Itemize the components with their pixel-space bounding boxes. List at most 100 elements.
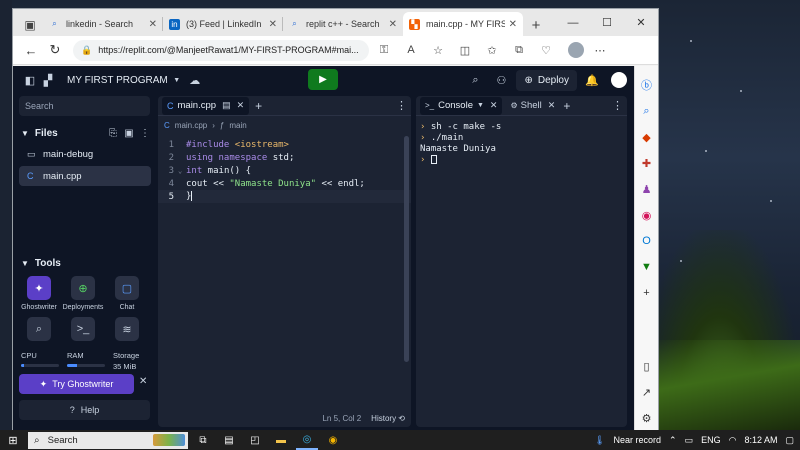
edge-icon[interactable]: ◎ xyxy=(296,430,318,450)
chrome-icon[interactable]: ◉ xyxy=(322,430,344,450)
editor-scrollbar[interactable] xyxy=(404,136,409,362)
close-window-icon[interactable]: ✕ xyxy=(624,16,658,29)
lang-indicator[interactable]: ENG xyxy=(701,435,721,445)
add-icon[interactable]: + xyxy=(639,285,655,301)
tool-ghostwriter[interactable]: ✦ Ghostwriter xyxy=(17,276,61,311)
chevron-down-icon[interactable]: ▼ xyxy=(168,71,186,89)
office-icon[interactable]: ◉ xyxy=(639,207,655,223)
file-item[interactable]: ▭ main-debug xyxy=(19,144,151,164)
explorer-icon[interactable]: ▤ xyxy=(218,430,240,450)
network-icon[interactable]: ▭ xyxy=(685,435,694,446)
bing-icon[interactable]: ⓑ xyxy=(639,77,655,93)
tool-chat[interactable]: ▢ Chat xyxy=(105,276,149,311)
folder-icon[interactable]: ▬ xyxy=(270,430,292,450)
store-icon[interactable]: ◰ xyxy=(244,430,266,450)
favorite-icon[interactable]: ☆ xyxy=(426,39,450,61)
close-icon[interactable]: ✕ xyxy=(139,376,147,387)
taskbar-search[interactable]: ⌕ Search xyxy=(28,431,188,449)
sidebar-search[interactable]: Search xyxy=(19,96,150,116)
outlook-icon[interactable]: O xyxy=(639,233,655,249)
windows-start-icon[interactable]: ⊞ xyxy=(0,430,26,450)
editor-tab-main-cpp[interactable]: C main.cpp ▤ ✕ xyxy=(162,96,250,115)
more-icon[interactable]: ⋯ xyxy=(588,39,612,61)
files-header[interactable]: ▼ Files ⎘ ▣ ⋮ xyxy=(17,124,153,142)
breadcrumb-symbol[interactable]: main xyxy=(229,121,246,130)
new-folder-icon[interactable]: ▣ xyxy=(121,128,137,139)
help-button[interactable]: ? Help xyxy=(19,400,150,420)
resource-stats[interactable]: CPU RAM Storage 35 MiB xyxy=(21,351,151,371)
more-icon[interactable]: ⋮ xyxy=(137,128,153,139)
wifi-icon[interactable]: ◠ xyxy=(729,435,737,446)
browser-tab[interactable]: in (3) Feed | LinkedIn ✕ xyxy=(163,12,283,36)
tool-search[interactable]: ⌕ xyxy=(17,317,61,341)
browser-tab[interactable]: ⌕ linkedin - Search ✕ xyxy=(43,12,163,36)
run-button[interactable]: ▶ xyxy=(308,69,338,90)
back-icon[interactable]: ← xyxy=(19,39,43,61)
close-icon[interactable]: ✕ xyxy=(237,100,245,111)
try-ghostwriter-button[interactable]: ✦ Try Ghostwriter xyxy=(19,374,134,394)
refresh-icon[interactable]: ↻ xyxy=(43,39,67,61)
profile-avatar[interactable] xyxy=(561,39,585,61)
history-button[interactable]: History ⟲ xyxy=(371,414,405,423)
weather-icon[interactable]: 🌡 xyxy=(594,435,605,446)
console-output[interactable]: › sh -c make -s › ./main Namaste Duniya … xyxy=(416,116,627,172)
project-name[interactable]: MY FIRST PROGRAM xyxy=(67,75,168,86)
close-icon[interactable]: ✕ xyxy=(149,19,157,30)
search-icon[interactable]: ⌕ xyxy=(464,69,486,91)
read-aloud-icon[interactable]: A xyxy=(399,39,423,61)
tab-shell[interactable]: ⚙ Shell ✕ xyxy=(510,100,555,111)
sidebar-toggle-icon[interactable]: ◧ xyxy=(21,71,39,89)
notification-icon[interactable]: ▢ xyxy=(785,435,794,446)
tool-shell[interactable]: >_ xyxy=(61,317,105,341)
collections-icon[interactable]: ⧉ xyxy=(507,39,531,61)
close-icon[interactable]: ✕ xyxy=(490,100,498,111)
key-icon[interactable]: ⚿ xyxy=(372,39,396,61)
invite-user-icon[interactable]: ⚇ xyxy=(490,69,512,91)
close-icon[interactable]: ✕ xyxy=(269,19,277,30)
split-screen-icon[interactable]: ◫ xyxy=(453,39,477,61)
browser-tab[interactable]: ⌕ replit c++ - Search ✕ xyxy=(283,12,403,36)
add-tab-icon[interactable]: + xyxy=(563,99,570,113)
weather-text[interactable]: Near record xyxy=(613,435,661,445)
tab-console[interactable]: >_ Console ▼ ✕ xyxy=(420,96,503,115)
chevron-down-icon[interactable]: ▼ xyxy=(477,102,484,109)
maximize-icon[interactable]: ☐ xyxy=(590,16,624,29)
task-view-icon[interactable]: ⧉ xyxy=(192,430,214,450)
breadcrumb-file[interactable]: main.cpp xyxy=(175,121,207,130)
chevron-up-icon[interactable]: ⌃ xyxy=(669,435,677,446)
file-item-selected[interactable]: C main.cpp xyxy=(19,166,151,186)
tool-database[interactable]: ≋ xyxy=(105,317,149,341)
bell-icon[interactable]: 🔔 xyxy=(581,69,603,91)
outline-icon[interactable]: ▤ xyxy=(222,100,231,111)
sidebar-layout-icon[interactable]: ▯ xyxy=(639,358,655,374)
fold-chevron-icon[interactable]: ⌄ xyxy=(178,167,186,175)
minimize-icon[interactable]: — xyxy=(556,17,590,29)
new-file-icon[interactable]: ⎘ xyxy=(105,128,121,139)
replit-logo-icon[interactable]: ▞ xyxy=(39,71,57,89)
tool-deployments[interactable]: ⊕ Deployments xyxy=(61,276,105,311)
close-icon[interactable]: ✕ xyxy=(509,19,517,30)
close-icon[interactable]: ✕ xyxy=(548,100,556,111)
shopping-icon[interactable]: ◆ xyxy=(639,129,655,145)
tools-icon[interactable]: ✚ xyxy=(639,155,655,171)
code-area[interactable]: 1 #include <iostream> 2 using namespace … xyxy=(158,134,411,203)
tab-actions-icon[interactable]: ▣ xyxy=(17,14,43,36)
clock[interactable]: 8:12 AM xyxy=(744,435,777,445)
external-link-icon[interactable]: ↗ xyxy=(639,384,655,400)
close-icon[interactable]: ✕ xyxy=(389,19,397,30)
settings-gear-icon[interactable]: ⚙ xyxy=(639,410,655,426)
more-icon[interactable]: ⋮ xyxy=(396,99,407,112)
games-icon[interactable]: ♟ xyxy=(639,181,655,197)
more-icon[interactable]: ⋮ xyxy=(612,99,623,112)
favorites-icon[interactable]: ✩ xyxy=(480,39,504,61)
search-icon[interactable]: ⌕ xyxy=(639,103,655,119)
deploy-button[interactable]: ⊕ Deploy xyxy=(516,69,577,91)
url-bar[interactable]: 🔒 https://replit.com/@ManjeetRawat1/MY-F… xyxy=(73,39,369,61)
browser-tab-active[interactable]: ▚ main.cpp - MY FIRST PROGR ✕ xyxy=(403,12,523,36)
user-avatar[interactable] xyxy=(611,72,627,88)
browser-essentials-icon[interactable]: ♡ xyxy=(534,39,558,61)
tools-header[interactable]: ▼ Tools xyxy=(17,254,153,272)
add-tab-icon[interactable]: + xyxy=(255,99,262,113)
new-tab-button[interactable]: + xyxy=(523,14,549,36)
drop-icon[interactable]: ▼ xyxy=(639,259,655,275)
